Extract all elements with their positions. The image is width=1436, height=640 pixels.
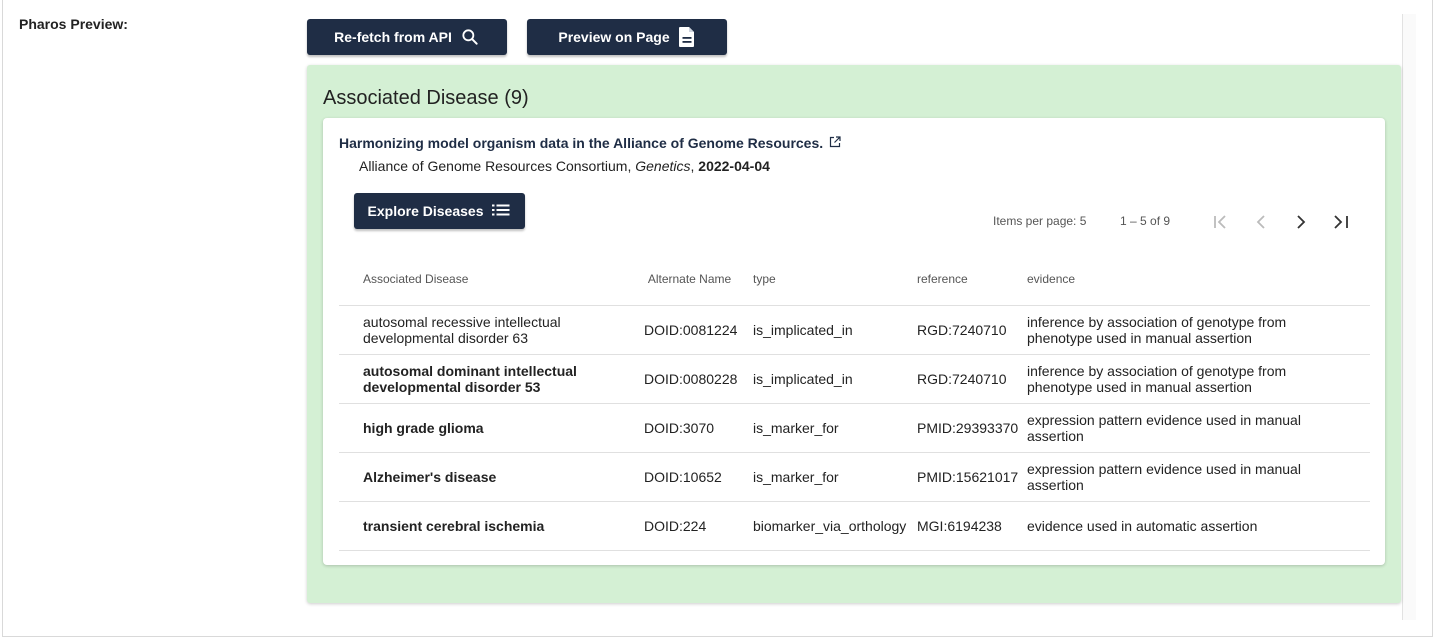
reference-citation: Alliance of Genome Resources Consortium,… — [359, 158, 770, 174]
table-header-row: Associated Disease Alternate Name type r… — [339, 255, 1370, 306]
last-page-icon[interactable] — [1329, 210, 1353, 234]
first-page-icon[interactable] — [1209, 210, 1233, 234]
table-row: transient cerebral ischemia DOID:224 bio… — [339, 501, 1370, 551]
alternate-name: DOID:10652 — [644, 452, 753, 502]
disease-name-link[interactable]: high grade glioma — [339, 403, 644, 453]
preview-panel: Associated Disease (9) Harmonizing model… — [307, 65, 1401, 603]
disease-name-link[interactable]: Alzheimer's disease — [339, 452, 644, 502]
scrollbar-track[interactable] — [1402, 14, 1416, 620]
reference-id: RGD:7240710 — [917, 305, 1027, 355]
table-row: autosomal recessive intellectual develop… — [339, 305, 1370, 355]
chevron-right-icon[interactable] — [1289, 210, 1313, 234]
alternate-name: DOID:3070 — [644, 403, 753, 453]
alternate-name: DOID:0080228 — [644, 354, 753, 404]
list-icon — [491, 202, 511, 221]
header-evidence[interactable]: evidence — [1027, 255, 1370, 306]
panel-title: Associated Disease (9) — [323, 87, 529, 109]
reference-authors: Alliance of Genome Resources Consortium — [359, 158, 628, 174]
reference-id: RGD:7240710 — [917, 354, 1027, 404]
header-type[interactable]: type — [753, 255, 917, 306]
header-reference[interactable]: reference — [917, 255, 1027, 306]
reference-id: MGI:6194238 — [917, 501, 1027, 551]
disease-name-link[interactable]: transient cerebral ischemia — [339, 501, 644, 551]
association-type: is_implicated_in — [753, 305, 917, 355]
chevron-left-icon[interactable] — [1249, 210, 1273, 234]
association-type: is_implicated_in — [753, 354, 917, 404]
evidence-text: inference by association of genotype fro… — [1027, 305, 1370, 355]
evidence-text: expression pattern evidence used in manu… — [1027, 452, 1370, 502]
evidence-text: inference by association of genotype fro… — [1027, 354, 1370, 404]
association-type: is_marker_for — [753, 452, 917, 502]
explore-button-label: Explore Diseases — [367, 203, 484, 219]
preview-button-label: Preview on Page — [558, 29, 670, 45]
evidence-text: expression pattern evidence used in manu… — [1027, 403, 1370, 453]
alternate-name: DOID:224 — [644, 501, 753, 551]
reference-title: Harmonizing model organism data in the A… — [339, 135, 824, 151]
header-associated-disease[interactable]: Associated Disease — [339, 255, 644, 306]
disease-name-link[interactable]: autosomal dominant intellectual developm… — [339, 354, 644, 404]
evidence-text: evidence used in automatic assertion — [1027, 501, 1370, 551]
refetch-button-label: Re-fetch from API — [334, 29, 452, 45]
page-range: 1 – 5 of 9 — [1120, 214, 1171, 228]
reference-id: PMID:29393370 — [917, 403, 1027, 453]
reference-journal: Genetics — [635, 158, 691, 174]
disease-table: Associated Disease Alternate Name type r… — [339, 255, 1370, 551]
disease-name: autosomal recessive intellectual develop… — [339, 305, 644, 355]
table-row: Alzheimer's disease DOID:10652 is_marker… — [339, 452, 1370, 502]
association-type: biomarker_via_orthology — [753, 501, 917, 551]
preview-button[interactable]: Preview on Page — [527, 19, 727, 55]
section-label: Pharos Preview: — [19, 16, 128, 32]
reference-id: PMID:15621017 — [917, 452, 1027, 502]
alternate-name: DOID:0081224 — [644, 305, 753, 355]
table-row: autosomal dominant intellectual developm… — [339, 354, 1370, 404]
reference-date: 2022-04-04 — [698, 158, 770, 174]
explore-diseases-button[interactable]: Explore Diseases — [354, 193, 525, 229]
disease-card: Harmonizing model organism data in the A… — [323, 118, 1385, 565]
search-icon — [460, 27, 480, 47]
external-link-icon — [829, 135, 841, 151]
reference-title-link[interactable]: Harmonizing model organism data in the A… — [339, 135, 841, 151]
items-per-page[interactable]: Items per page: 5 — [993, 214, 1086, 228]
association-type: is_marker_for — [753, 403, 917, 453]
header-alternate-name[interactable]: Alternate Name — [644, 255, 753, 306]
table-row: high grade glioma DOID:3070 is_marker_fo… — [339, 403, 1370, 453]
refetch-button[interactable]: Re-fetch from API — [307, 19, 507, 55]
document-icon — [678, 26, 696, 48]
